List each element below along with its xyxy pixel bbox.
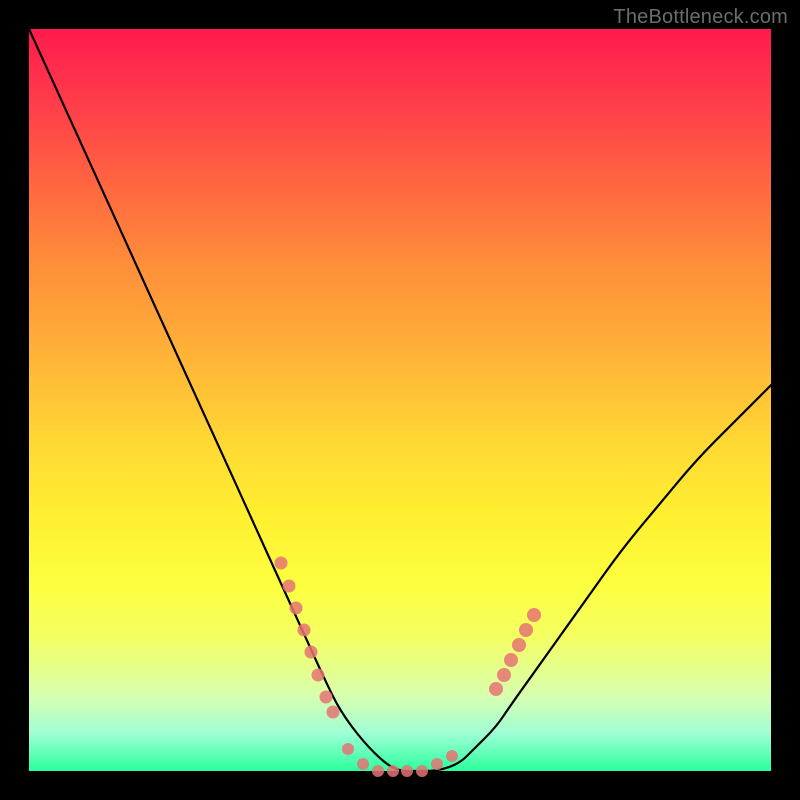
data-point (416, 765, 428, 777)
data-point (527, 608, 541, 622)
data-point (297, 624, 310, 637)
data-point (497, 668, 511, 682)
data-point (327, 705, 340, 718)
data-point (401, 765, 413, 777)
data-point (304, 646, 317, 659)
data-point (512, 638, 526, 652)
chart-frame: TheBottleneck.com (0, 0, 800, 800)
watermark-text: TheBottleneck.com (613, 6, 788, 29)
data-point (387, 765, 399, 777)
data-point (372, 765, 384, 777)
data-point (357, 758, 369, 770)
data-point (504, 653, 518, 667)
data-point (489, 682, 503, 696)
data-point (519, 623, 533, 637)
data-point (319, 690, 332, 703)
plot-area (29, 29, 771, 771)
data-point (446, 750, 458, 762)
data-point (275, 557, 288, 570)
data-point (282, 579, 295, 592)
data-point (431, 758, 443, 770)
data-point (342, 743, 354, 755)
bottleneck-curve (29, 29, 771, 771)
data-point (312, 668, 325, 681)
data-point (290, 601, 303, 614)
